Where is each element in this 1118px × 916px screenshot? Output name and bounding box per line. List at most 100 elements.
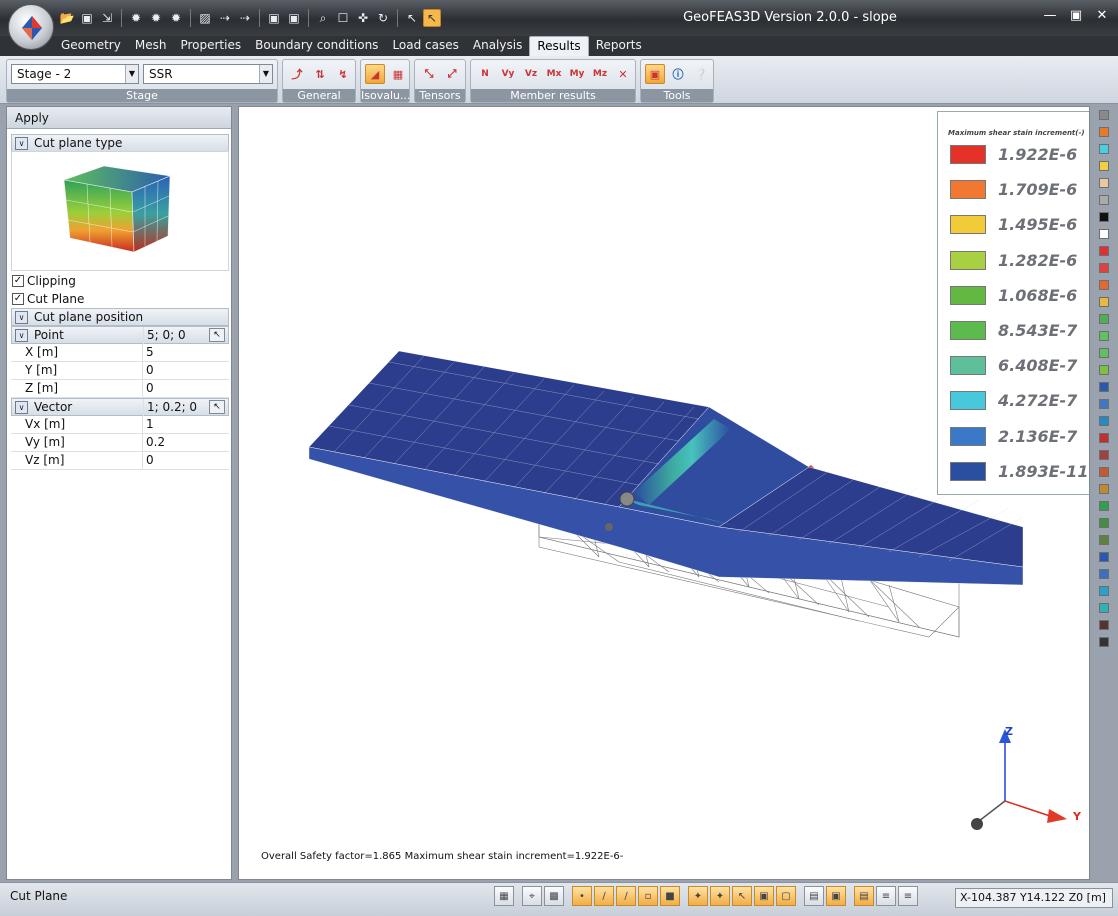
pan-icon[interactable]: ✜	[354, 9, 372, 27]
cut-plane-checkbox[interactable]: ✓ Cut Plane	[12, 291, 84, 307]
principal-stress-icon[interactable]: ⤡	[419, 64, 439, 84]
collapse-icon[interactable]: ∨	[15, 311, 28, 324]
help-icon[interactable]: ❔	[691, 64, 711, 84]
menu-tab-properties[interactable]: Properties	[173, 36, 248, 56]
menu-tab-analysis[interactable]: Analysis	[466, 36, 529, 56]
palette-swatch[interactable]	[1099, 110, 1109, 120]
cross-select-icon[interactable]: ▢	[776, 886, 796, 906]
y-field[interactable]: 0	[146, 362, 226, 379]
node-select-icon[interactable]: ✦	[688, 886, 708, 906]
member-result-mz-button[interactable]: Mz	[590, 64, 610, 84]
cut-plane-type-preview[interactable]	[11, 151, 229, 271]
palette-swatch[interactable]	[1099, 365, 1109, 375]
table-icon[interactable]: ▩	[544, 886, 564, 906]
save-icon[interactable]: ▣	[78, 9, 96, 27]
palette-swatch[interactable]	[1099, 399, 1109, 409]
member-result-my-button[interactable]: My	[567, 64, 587, 84]
member-result-n-button[interactable]: N	[475, 64, 495, 84]
palette-swatch[interactable]	[1099, 127, 1109, 137]
palette-swatch[interactable]	[1099, 297, 1109, 307]
layer-icon[interactable]: ▤	[854, 886, 874, 906]
cut-plane-tool-icon[interactable]: ▣	[645, 64, 665, 84]
palette-swatch[interactable]	[1099, 280, 1109, 290]
menu-tab-boundary-conditions[interactable]: Boundary conditions	[248, 36, 385, 56]
menu-tab-mesh[interactable]: Mesh	[128, 36, 174, 56]
render-mode-icon[interactable]: ▣	[826, 886, 846, 906]
cut-plane-position-header[interactable]: ∨ Cut plane position	[11, 308, 229, 326]
contour-icon[interactable]: ▦	[388, 64, 408, 84]
vx-field[interactable]: 1	[146, 416, 226, 433]
collapse-icon[interactable]: ∨	[15, 137, 28, 150]
deformed-shape-icon[interactable]: ⤴	[287, 64, 307, 84]
palette-swatch[interactable]	[1099, 195, 1109, 205]
palette-swatch[interactable]	[1099, 178, 1109, 188]
clipping-checkbox[interactable]: ✓ Clipping	[12, 273, 76, 289]
info-icon[interactable]: ⓘ	[668, 64, 688, 84]
list-icon[interactable]: ≡	[876, 886, 896, 906]
palette-swatch[interactable]	[1099, 535, 1109, 545]
principal-strain-icon[interactable]: ⤢	[442, 64, 462, 84]
application-menu-button[interactable]	[8, 4, 54, 50]
vector-row[interactable]: ∨ Vector 1; 0.2; 0 ↖	[11, 398, 229, 416]
member-clear-icon[interactable]: ✕	[613, 64, 633, 84]
close-button[interactable]: ✕	[1094, 8, 1110, 24]
palette-swatch[interactable]	[1099, 620, 1109, 630]
palette-swatch[interactable]	[1099, 416, 1109, 426]
palette-swatch[interactable]	[1099, 501, 1109, 511]
window-select-icon[interactable]: ▣	[754, 886, 774, 906]
palette-swatch[interactable]	[1099, 263, 1109, 273]
point-row[interactable]: ∨ Point 5; 0; 0 ↖	[11, 326, 229, 344]
point-snap-icon[interactable]: •	[572, 886, 592, 906]
pointer-icon[interactable]: ↖	[403, 9, 421, 27]
edge-snap-icon[interactable]: ∕	[616, 886, 636, 906]
select-icon[interactable]: ⇢	[216, 9, 234, 27]
open-icon[interactable]: 📂	[58, 9, 76, 27]
isosurface-icon[interactable]: ◢	[365, 64, 385, 84]
camera-icon[interactable]: ▣	[265, 9, 283, 27]
menu-tab-geometry[interactable]: Geometry	[54, 36, 128, 56]
palette-swatch[interactable]	[1099, 331, 1109, 341]
zoom-icon[interactable]: ⌕	[314, 9, 332, 27]
vy-field[interactable]: 0.2	[146, 434, 226, 451]
palette-swatch[interactable]	[1099, 552, 1109, 562]
member-result-vz-button[interactable]: Vz	[521, 64, 541, 84]
palette-swatch[interactable]	[1099, 348, 1109, 358]
palette-swatch[interactable]	[1099, 144, 1109, 154]
palette-swatch[interactable]	[1099, 603, 1109, 613]
palette-swatch[interactable]	[1099, 229, 1109, 239]
palette-swatch[interactable]	[1099, 212, 1109, 222]
element-select-icon[interactable]: ✦	[710, 886, 730, 906]
stack-icon[interactable]: ≡	[898, 886, 918, 906]
minimize-button[interactable]: —	[1042, 8, 1058, 24]
pick-vector-button[interactable]: ↖	[209, 400, 225, 414]
palette-swatch[interactable]	[1099, 467, 1109, 477]
display-mode-icon[interactable]: ▤	[804, 886, 824, 906]
cut-plane-check-icon[interactable]: ✓	[12, 293, 24, 305]
z-field[interactable]: 0	[146, 380, 226, 397]
pointer-icon[interactable]: ↖	[423, 9, 441, 27]
member-result-mx-button[interactable]: Mx	[544, 64, 564, 84]
palette-swatch[interactable]	[1099, 161, 1109, 171]
palette-swatch[interactable]	[1099, 586, 1109, 596]
reaction-icon[interactable]: ↯	[333, 64, 353, 84]
analysis-combo[interactable]: SSR ▼	[143, 64, 273, 84]
restore-button[interactable]: ▣	[1068, 8, 1084, 24]
palette-swatch[interactable]	[1099, 637, 1109, 647]
grid-icon[interactable]: ▦	[494, 886, 514, 906]
pick-point-button[interactable]: ↖	[209, 328, 225, 342]
export-icon[interactable]: ⇲	[98, 9, 116, 27]
sun-icon[interactable]: ✹	[127, 9, 145, 27]
cut-plane-type-header[interactable]: ∨ Cut plane type	[11, 134, 229, 152]
palette-swatch[interactable]	[1099, 569, 1109, 579]
vz-field[interactable]: 0	[146, 452, 226, 469]
cube-icon[interactable]: ▨	[196, 9, 214, 27]
displacement-icon[interactable]: ⇅	[310, 64, 330, 84]
face-snap-icon[interactable]: ▫	[638, 886, 658, 906]
sun-icon[interactable]: ✹	[167, 9, 185, 27]
camera-icon[interactable]: ▣	[285, 9, 303, 27]
x-field[interactable]: 5	[146, 344, 226, 361]
zoom-window-icon[interactable]: ☐	[334, 9, 352, 27]
palette-swatch[interactable]	[1099, 433, 1109, 443]
palette-swatch[interactable]	[1099, 518, 1109, 528]
stage-combo[interactable]: Stage - 2 ▼	[11, 64, 139, 84]
